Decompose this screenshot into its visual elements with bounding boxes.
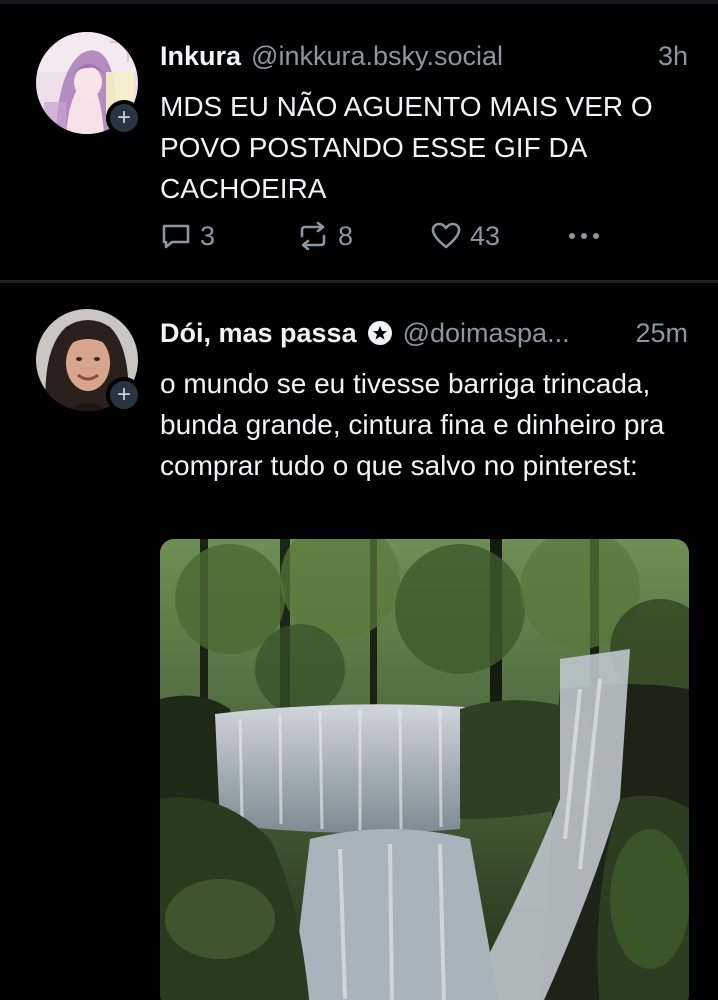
repost-arrows-icon [300, 221, 326, 251]
top-divider [0, 0, 718, 4]
like-button[interactable]: 43 [430, 216, 500, 256]
repost-button[interactable]: 8 [296, 216, 353, 256]
author-name[interactable]: Inkura [160, 41, 241, 72]
follow-plus-button[interactable]: + [106, 377, 142, 413]
follow-plus-button[interactable]: + [106, 100, 142, 136]
post-header: Dói, mas passa @doimaspa... 25m [160, 313, 688, 353]
more-options-button[interactable] [564, 216, 604, 256]
speech-bubble-icon [162, 224, 190, 249]
avatar-container[interactable]: + [36, 309, 142, 413]
waterfall-image [160, 539, 689, 1000]
post-timestamp[interactable]: 3h [644, 41, 688, 72]
author-handle[interactable]: @inkkura.bsky.social [251, 41, 503, 72]
post-timestamp[interactable]: 25m [621, 318, 688, 349]
like-count: 43 [470, 220, 501, 251]
feed-post[interactable]: + Dói, mas passa @doimaspa... 25m o mund… [0, 283, 718, 1000]
avatar-container[interactable]: + [36, 32, 142, 136]
ellipsis-icon [569, 233, 599, 239]
repost-count: 8 [338, 220, 354, 251]
feed-post[interactable]: + Inkura @inkkura.bsky.social 3h MDS EU … [0, 6, 718, 281]
author-name[interactable]: Dói, mas passa [160, 318, 357, 349]
author-handle[interactable]: @doimaspa... [403, 318, 570, 349]
post-text: o mundo se eu tivesse barriga trincada, … [160, 368, 665, 481]
reply-button[interactable]: 3 [160, 216, 215, 256]
post-actions: 3 8 43 [160, 216, 620, 256]
post-text: MDS EU NÃO AGUENTO MAIS VER O POVO POSTA… [160, 91, 653, 204]
post-header: Inkura @inkkura.bsky.social 3h [160, 36, 688, 76]
reply-count: 3 [200, 220, 216, 251]
post-media-gif[interactable] [160, 539, 689, 1000]
heart-outline-icon [431, 222, 461, 249]
verified-badge-icon [367, 320, 393, 346]
